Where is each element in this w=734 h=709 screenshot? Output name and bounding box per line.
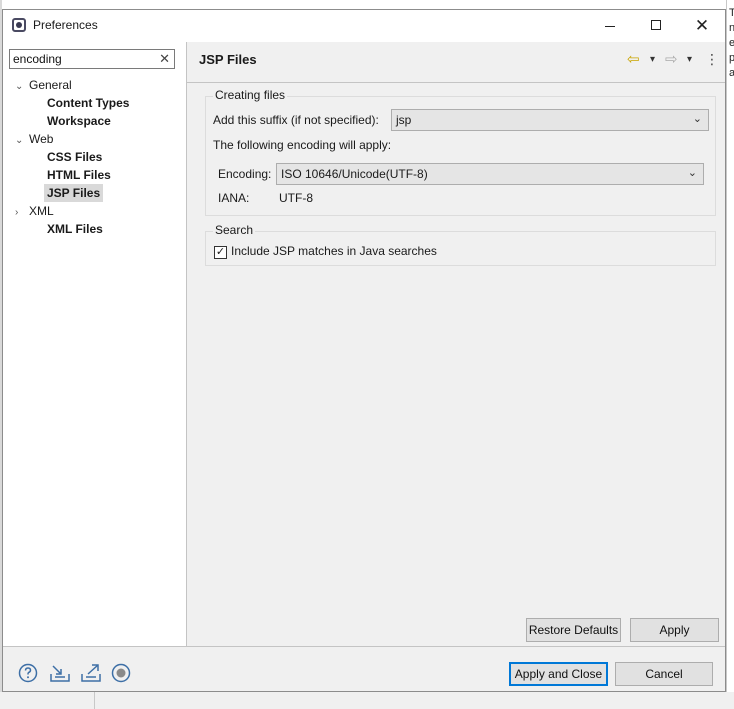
background-text-line: n	[727, 21, 734, 36]
suffix-combo[interactable]: jsp ⌄	[391, 109, 709, 131]
help-icon[interactable]	[18, 663, 38, 683]
window-title: Preferences	[33, 18, 98, 32]
encoding-label: Encoding:	[218, 167, 272, 181]
tree-item-web[interactable]: ⌄ Web	[15, 130, 53, 148]
iana-label: IANA:	[218, 191, 250, 205]
close-button[interactable]: ✕	[679, 10, 725, 42]
maximize-button[interactable]	[633, 10, 679, 42]
background-status-area	[0, 692, 734, 709]
tree-item-css-files[interactable]: CSS Files	[47, 148, 102, 166]
background-text-line: a	[727, 66, 734, 81]
divider	[94, 692, 95, 709]
iana-value: UTF-8	[279, 191, 313, 205]
collapse-chevron-icon[interactable]: ›	[15, 204, 29, 222]
back-dropdown-icon[interactable]: ▾	[650, 54, 655, 65]
page-content: Creating files Add this suffix (if not s…	[205, 88, 725, 618]
expand-chevron-icon[interactable]: ⌄	[15, 78, 29, 96]
include-jsp-label[interactable]: Include JSP matches in Java searches	[231, 244, 437, 258]
background-text-fragment: T n e p a	[726, 0, 734, 709]
suffix-value: jsp	[396, 113, 412, 127]
import-icon[interactable]	[49, 663, 70, 683]
tree-item-xml[interactable]: › XML	[15, 202, 54, 220]
eclipse-preferences-icon	[12, 18, 26, 32]
export-icon[interactable]	[80, 663, 101, 683]
divider	[187, 82, 725, 83]
group-title-search: Search	[213, 223, 256, 237]
page-navigation: ⇦ ▾ ⇨ ▾ ⋮	[623, 50, 723, 70]
view-menu-icon[interactable]: ⋮	[705, 51, 719, 68]
tree-item-label: Web	[29, 132, 54, 146]
background-text-line: e	[727, 36, 734, 51]
back-arrow-icon[interactable]: ⇦	[627, 50, 640, 68]
forward-arrow-icon[interactable]: ⇨	[665, 50, 678, 68]
tree-item-jsp-files[interactable]: JSP Files	[44, 184, 104, 202]
preferences-dialog: Preferences ✕ ✕ ⌄General Content Types W…	[2, 9, 726, 692]
chevron-down-icon: ⌄	[687, 167, 697, 179]
minimize-button[interactable]	[587, 10, 633, 42]
tree-item-label: General	[29, 78, 72, 92]
page-title: JSP Files	[199, 52, 257, 67]
apply-button[interactable]: Apply	[630, 618, 719, 642]
encoding-note: The following encoding will apply:	[213, 138, 392, 152]
background-text-line: T	[727, 6, 734, 21]
cancel-button[interactable]: Cancel	[615, 662, 713, 686]
preference-tree-panel: ✕ ⌄General Content Types Workspace ⌄Web …	[3, 42, 187, 646]
record-icon[interactable]	[111, 663, 131, 683]
tree-item-content-types[interactable]: Content Types	[47, 94, 129, 112]
restore-defaults-button[interactable]: Restore Defaults	[526, 618, 621, 642]
tree-item-html-files[interactable]: HTML Files	[47, 166, 111, 184]
tree-item-xml-files[interactable]: XML Files	[47, 220, 103, 238]
divider	[3, 646, 725, 647]
forward-dropdown-icon[interactable]: ▾	[687, 54, 692, 65]
tree-item-label: XML	[29, 204, 54, 218]
tree-item-workspace[interactable]: Workspace	[47, 112, 111, 130]
filter-input[interactable]	[13, 51, 153, 67]
apply-and-close-button[interactable]: Apply and Close	[509, 662, 608, 686]
tree-item-general[interactable]: ⌄ General	[15, 76, 72, 94]
group-title-creating-files: Creating files	[213, 88, 288, 102]
encoding-value: ISO 10646/Unicode(UTF-8)	[281, 167, 428, 181]
background-text-line: p	[727, 51, 734, 66]
filter-field[interactable]: ✕	[9, 49, 175, 69]
title-bar[interactable]: Preferences ✕	[3, 10, 725, 42]
include-jsp-checkbox[interactable]: ✓	[214, 246, 227, 259]
chevron-down-icon: ⌄	[692, 113, 702, 125]
expand-chevron-icon[interactable]: ⌄	[15, 132, 29, 150]
suffix-label: Add this suffix (if not specified):	[213, 113, 379, 127]
encoding-combo[interactable]: ISO 10646/Unicode(UTF-8) ⌄	[276, 163, 704, 185]
clear-filter-icon[interactable]: ✕	[159, 51, 170, 67]
